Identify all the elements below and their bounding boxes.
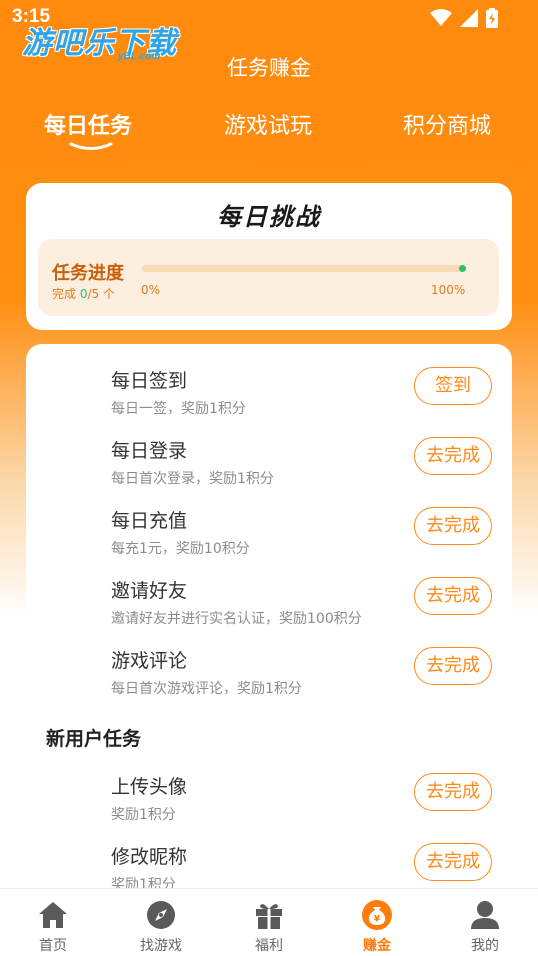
svg-text:¥: ¥ [374,915,381,925]
task-item-game-review: 游戏评论 每日首次游戏评论，奖励1积分 去完成 [26,646,512,708]
signin-button[interactable]: 签到 [414,367,492,405]
task-item-daily-signin: 每日签到 每日一签，奖励1积分 签到 [26,366,512,428]
home-icon [39,902,67,928]
complete-button[interactable]: 去完成 [414,843,492,881]
new-user-section-title: 新用户任务 [46,728,142,750]
nav-earn[interactable]: ¥ 赚金 [337,889,417,956]
count-suffix: /5 个 [87,287,115,301]
progress-label: 任务进度 [52,263,124,284]
bottom-nav: 首页 找游戏 福利 ¥ 赚金 我的 [0,888,538,956]
nav-label: 我的 [471,938,499,954]
complete-button[interactable]: 去完成 [414,507,492,545]
task-item-invite-friends: 邀请好友 邀请好友并进行实名认证，奖励100积分 去完成 [26,576,512,638]
progress-end-dot [459,265,466,272]
wifi-icon [430,9,452,26]
signal-icon [460,9,478,27]
tab-game-trial[interactable]: 游戏试玩 [224,108,312,140]
progress-box: 任务进度 完成 0/5 个 0% 100% [38,239,499,316]
task-desc: 每日一签，奖励1积分 [111,401,246,417]
task-title: 每日充值 [111,510,188,532]
task-desc: 每日首次游戏评论，奖励1积分 [111,681,302,697]
task-item-upload-avatar: 上传头像 奖励1积分 去完成 [26,772,512,834]
progress-max-label: 100% [431,283,466,297]
user-icon [471,901,499,929]
task-title: 每日签到 [111,370,188,392]
progress-count: 完成 0/5 个 [52,285,115,302]
progress-bar [142,265,466,272]
complete-button[interactable]: 去完成 [414,577,492,615]
nav-mine[interactable]: 我的 [445,889,525,956]
nav-label: 找游戏 [140,938,182,954]
task-title: 每日登录 [111,440,188,462]
task-title: 上传头像 [111,776,188,798]
complete-button[interactable]: 去完成 [414,437,492,475]
nav-label: 福利 [255,938,283,954]
battery-icon [486,8,498,28]
tab-points-mall[interactable]: 积分商城 [403,108,491,140]
nav-label: 首页 [39,938,67,954]
task-desc: 每充1元，奖励10积分 [111,541,250,557]
nav-welfare[interactable]: 福利 [229,889,309,956]
task-desc: 奖励1积分 [111,807,176,823]
task-title: 游戏评论 [111,650,188,672]
watermark-domain: yBL.com [118,51,161,62]
task-item-daily-recharge: 每日充值 每充1元，奖励10积分 去完成 [26,506,512,568]
active-tab-indicator [69,142,113,150]
complete-button[interactable]: 去完成 [414,647,492,685]
status-icons [430,8,498,28]
compass-icon [147,901,175,929]
progress-min-label: 0% [141,283,161,297]
task-title: 邀请好友 [111,580,188,602]
nav-label: 赚金 [363,938,391,954]
task-desc: 每日首次登录，奖励1积分 [111,471,274,487]
task-title: 修改昵称 [111,846,188,868]
nav-home[interactable]: 首页 [13,889,93,956]
complete-button[interactable]: 去完成 [414,773,492,811]
daily-challenge-card: 每日挑战 任务进度 完成 0/5 个 0% 100% [26,183,512,330]
nav-find-games[interactable]: 找游戏 [121,889,201,956]
gift-icon [256,904,282,929]
tab-daily-tasks[interactable]: 每日任务 [44,108,132,140]
task-desc: 邀请好友并进行实名认证，奖励100积分 [111,611,362,627]
money-bag-icon: ¥ [362,900,392,930]
task-list-card: 每日签到 每日一签，奖励1积分 签到 每日登录 每日首次登录，奖励1积分 去完成… [26,344,512,904]
task-item-daily-login: 每日登录 每日首次登录，奖励1积分 去完成 [26,436,512,498]
challenge-title: 每日挑战 [217,203,321,231]
count-prefix: 完成 [52,287,80,301]
